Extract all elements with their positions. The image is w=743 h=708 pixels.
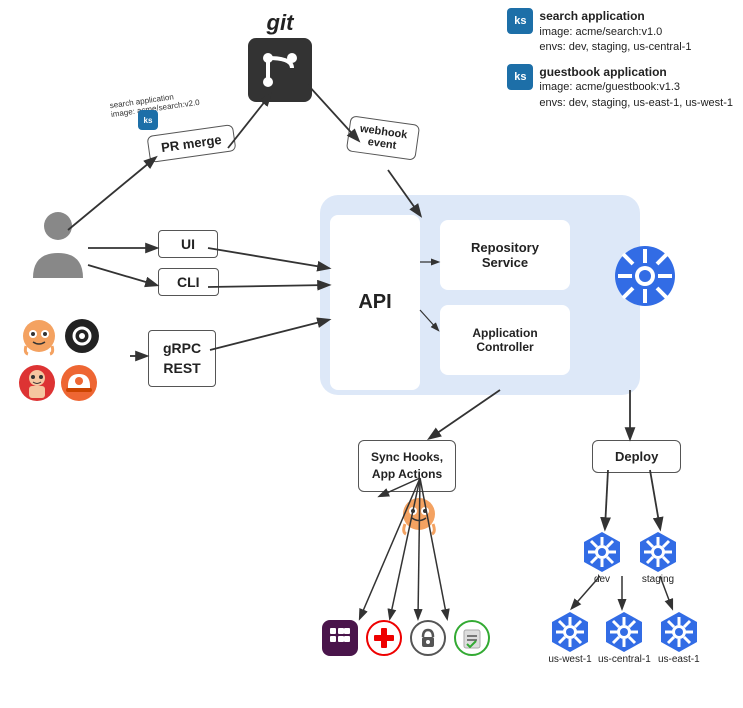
us-east-k8s-wrap: us-east-1 [657,610,701,665]
user-figure [28,208,88,288]
person-icon [28,208,88,283]
app-cards: ks search application image: acme/search… [507,8,733,111]
octopus-agent-icon [398,496,440,551]
deploy-k8s-bottom: us-west-1 us-central-1 [548,610,701,665]
webhook-event-box: webhookevent [346,115,420,160]
diagram: git ks search application image: acme/se… [0,0,743,708]
search-app-info: search application image: acme/search:v1… [539,8,691,56]
circleci-icon [64,318,100,354]
git-logo: git [248,10,312,107]
git-branch-icon [248,38,312,102]
search-app-icon: ks [507,8,533,34]
dev-k8s-icon [580,530,624,574]
robot-icon [18,318,60,360]
jenkins-icon [18,364,56,402]
commit-ks-icon: ks [138,110,158,130]
dev-k8s-wrap: dev [580,530,624,585]
helmet-icon [60,364,98,402]
us-west-k8s-icon [548,610,592,654]
slack-icon [322,620,358,656]
us-east-k8s-icon [657,610,701,654]
us-central-k8s-wrap: us-central-1 [598,610,651,665]
deploy-k8s-top: dev staging [580,530,680,585]
guestbook-app-card: ks guestbook application image: acme/gue… [507,64,733,112]
git-label: git [248,10,312,36]
repo-service-box: Repository Service [440,220,570,290]
cli-box: CLI [158,268,219,296]
deploy-box: Deploy [592,440,681,473]
staging-k8s-wrap: staging [636,530,680,585]
grpc-rest-box: gRPCREST [148,330,216,387]
sync-hooks-box: Sync Hooks,App Actions [358,440,456,492]
guestbook-app-icon: ks [507,64,533,90]
k8s-wheel-icon [614,245,676,312]
checklist-icon [454,620,490,656]
pr-merge-box: PR merge [147,124,237,163]
ui-box: UI [158,230,218,258]
lock-icon [410,620,446,656]
bottom-tool-icons [322,620,490,656]
staging-k8s-icon [636,530,680,574]
api-box: API [330,215,420,390]
app-controller-box: Application Controller [440,305,570,375]
search-app-card: ks search application image: acme/search… [507,8,733,56]
us-west-k8s-wrap: us-west-1 [548,610,592,665]
guestbook-app-info: guestbook application image: acme/guestb… [539,64,733,112]
bot-icons [18,318,138,402]
health-icon [366,620,402,656]
us-central-k8s-icon [602,610,646,654]
